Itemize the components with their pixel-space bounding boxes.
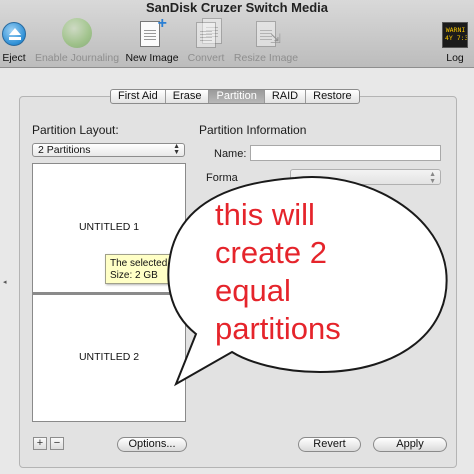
tab-restore[interactable]: Restore: [306, 90, 359, 103]
tab-erase[interactable]: Erase: [166, 90, 210, 103]
log-console-icon: WARNI 4Y 7:36: [442, 22, 468, 48]
name-field[interactable]: [250, 145, 441, 161]
log-label: Log: [446, 52, 464, 64]
convert-label: Convert: [187, 52, 225, 64]
tab-bar: First Aid Erase Partition RAID Restore: [110, 89, 360, 104]
new-image-icon: +: [140, 16, 167, 47]
new-image-label: New Image: [125, 52, 179, 64]
partition-layout-value: 2 Partitions: [38, 144, 91, 156]
tab-raid[interactable]: RAID: [265, 90, 307, 103]
format-popup[interactable]: ▲ ▼: [290, 169, 441, 185]
split-handle-icon[interactable]: ◂: [3, 278, 7, 286]
options-button[interactable]: Options...: [117, 437, 187, 452]
popup-arrows-icon: ▲ ▼: [173, 143, 180, 156]
eject-icon: [2, 22, 26, 46]
remove-partition-button[interactable]: −: [50, 437, 64, 450]
add-partition-button[interactable]: +: [33, 437, 47, 450]
resize-image-label: Resize Image: [233, 52, 299, 64]
journaling-globe-icon: [62, 18, 92, 48]
eject-label: Eject: [2, 52, 26, 64]
convert-icon-back: [196, 22, 216, 48]
partition-2[interactable]: UNTITLED 2: [33, 295, 185, 421]
name-label: Name:: [214, 148, 247, 160]
tooltip-line-2: Size: 2 GB: [110, 270, 158, 281]
resize-image-icon: ⇲: [256, 21, 281, 47]
annotation-text: this will create 2 equal partitions: [215, 197, 341, 346]
tab-first-aid[interactable]: First Aid: [111, 90, 166, 103]
apply-button[interactable]: Apply: [373, 437, 447, 452]
partition-layout-popup[interactable]: 2 Partitions ▲ ▼: [32, 143, 185, 157]
partition-information-heading: Partition Information: [199, 123, 307, 137]
tab-partition[interactable]: Partition: [209, 90, 265, 103]
partition-layout-label: Partition Layout:: [32, 123, 119, 137]
enable-journaling-label: Enable Journaling: [34, 52, 120, 64]
popup-arrows-icon: ▲ ▼: [429, 171, 436, 185]
revert-button[interactable]: Revert: [298, 437, 361, 452]
toolbar: SanDisk Cruzer Switch Media Eject Enable…: [0, 0, 474, 68]
format-label: Forma: [206, 172, 238, 184]
partition-map: UNTITLED 1 UNTITLED 2: [32, 163, 186, 422]
window-title: SanDisk Cruzer Switch Media: [145, 0, 329, 15]
partition-tooltip: The selected p Size: 2 GB: [105, 254, 185, 284]
tooltip-line-1: The selected p: [110, 258, 176, 269]
